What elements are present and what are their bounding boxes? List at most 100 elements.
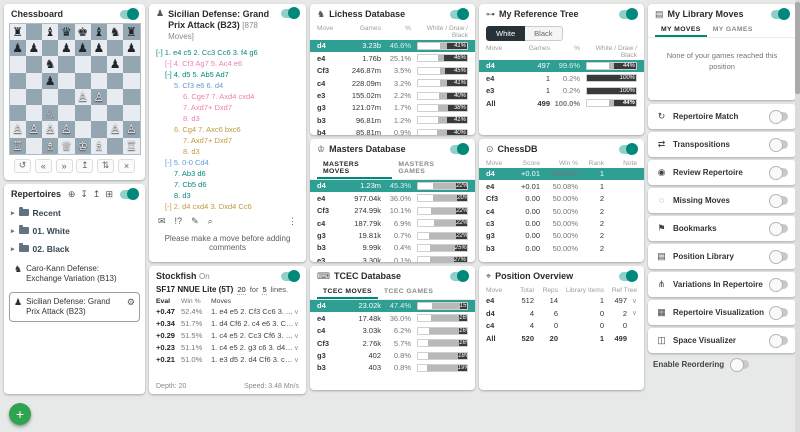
- space-visualizer-toggle[interactable]: [770, 336, 788, 345]
- tree-line[interactable]: 8. d3: [156, 113, 299, 124]
- chessdb-row[interactable]: d4+0.0150.08%1: [479, 168, 644, 180]
- repertoires-toggle[interactable]: [120, 190, 138, 199]
- side-panel-variations-in-repertoire[interactable]: ⋔Variations In Repertoire: [648, 272, 796, 297]
- position-overview-toggle[interactable]: [619, 272, 637, 281]
- back-button[interactable]: «: [35, 159, 52, 173]
- flip-board-button[interactable]: ⇅: [97, 159, 114, 173]
- tree-line[interactable]: 8. d3: [156, 146, 299, 157]
- square-b1[interactable]: [26, 138, 42, 154]
- moves-table-row[interactable]: e3155.02m2.2%40%: [310, 89, 475, 101]
- variations-in-repertoire-toggle[interactable]: [770, 280, 788, 289]
- chevron-down-icon[interactable]: ∨: [627, 309, 637, 317]
- duplicate-button[interactable]: ⊞: [105, 190, 113, 199]
- moves-table-row[interactable]: d449799.6%44%: [479, 60, 644, 72]
- tcec-tab-tcec-moves[interactable]: TCEC MOVES: [317, 285, 378, 299]
- square-b6[interactable]: [26, 56, 42, 72]
- square-f1[interactable]: ♗: [91, 138, 107, 154]
- square-f5[interactable]: [91, 73, 107, 89]
- square-b8[interactable]: [26, 24, 42, 40]
- tree-line[interactable]: [-] 1. e4 c5 2. Cc3 Cc6 3. f4 g6: [156, 47, 299, 58]
- comment-icon[interactable]: ✉: [158, 217, 166, 226]
- add-repertoire-button[interactable]: ⊕: [68, 190, 76, 199]
- masters-toggle[interactable]: [450, 145, 468, 154]
- side-panel-review-repertoire[interactable]: ◉Review Repertoire: [648, 160, 796, 185]
- square-h4[interactable]: [123, 89, 139, 105]
- square-c5[interactable]: ♟: [42, 73, 58, 89]
- square-d1[interactable]: ♕: [58, 138, 74, 154]
- moves-table-row[interactable]: b39.99k0.4%25%: [310, 242, 475, 254]
- chevron-down-icon[interactable]: ∨: [294, 332, 299, 340]
- overview-row[interactable]: All520201499: [479, 332, 644, 344]
- square-a2[interactable]: ♙: [10, 121, 26, 137]
- square-f3[interactable]: [91, 105, 107, 121]
- move-tree-toggle[interactable]: [281, 9, 299, 18]
- moves-table-row[interactable]: e41.76b25.1%46%: [310, 52, 475, 64]
- moves-table-row[interactable]: d43.23b46.6%41%: [310, 40, 475, 52]
- clear-button[interactable]: ×: [118, 159, 135, 173]
- lines-setting[interactable]: 5: [262, 285, 266, 295]
- missing-moves-toggle[interactable]: [770, 196, 788, 205]
- moves-table-row[interactable]: b34030.8%19%: [310, 362, 475, 374]
- tree-line[interactable]: 5. Cf3 e6 6. d4: [156, 80, 299, 91]
- moves-table-row[interactable]: Cf32.76k5.7%16%: [310, 337, 475, 349]
- square-c7[interactable]: [42, 40, 58, 56]
- square-g5[interactable]: [107, 73, 123, 89]
- forward-button[interactable]: »: [56, 159, 73, 173]
- moves-table-row[interactable]: e4977.04k36.0%20%: [310, 192, 475, 204]
- export-button[interactable]: ↥: [93, 190, 101, 199]
- square-e8[interactable]: ♚: [75, 24, 91, 40]
- import-button[interactable]: ↧: [80, 190, 88, 199]
- engine-line[interactable]: +0.3451.7%1. d4 Cf6 2. c4 e6 3. Cc3 Ab4∨: [149, 318, 306, 330]
- tree-line[interactable]: [-] 5. 0-0 Cd4: [156, 157, 299, 168]
- engine-line[interactable]: +0.2351.1%1. c4 e5 2. g3 c6 3. d4 exd4∨: [149, 342, 306, 354]
- overview-row[interactable]: e4512141497∨: [479, 295, 644, 307]
- square-b4[interactable]: [26, 89, 42, 105]
- draw-icon[interactable]: ✎: [191, 217, 199, 226]
- square-h3[interactable]: [123, 105, 139, 121]
- square-e6[interactable]: [75, 56, 91, 72]
- square-h2[interactable]: ♙: [123, 121, 139, 137]
- square-e4[interactable]: ♙: [75, 89, 91, 105]
- tree-line[interactable]: 6. Cge7 7. Axd4 cxd4: [156, 91, 299, 102]
- square-c4[interactable]: [42, 89, 58, 105]
- square-a4[interactable]: [10, 89, 26, 105]
- moves-table-row[interactable]: d423.02k47.4%15%: [310, 300, 475, 312]
- repertoire-item-sicilian-defense-grand-prix-attack-b23-[interactable]: ♟Sicilian Defense: Grand Prix Attack (B2…: [9, 292, 140, 323]
- chevron-down-icon[interactable]: ∨: [627, 297, 637, 305]
- square-b7[interactable]: ♟: [26, 40, 42, 56]
- square-d7[interactable]: ♟: [58, 40, 74, 56]
- moves-table-row[interactable]: c4228.09m3.2%41%: [310, 77, 475, 89]
- square-b3[interactable]: [26, 105, 42, 121]
- reset-button[interactable]: ↺: [14, 159, 31, 173]
- square-h1[interactable]: ♖: [123, 138, 139, 154]
- tree-line[interactable]: 7. Axd7+ Dxd7: [156, 135, 299, 146]
- tcec-tab-tcec-games[interactable]: TCEC GAMES: [378, 285, 439, 299]
- black-toggle-button[interactable]: Black: [525, 26, 562, 41]
- enable-reordering-toggle[interactable]: [731, 360, 749, 369]
- square-c2[interactable]: ♙: [42, 121, 58, 137]
- masters-tab-masters-games[interactable]: MASTERS GAMES: [392, 158, 468, 179]
- square-a3[interactable]: [10, 105, 26, 121]
- tree-line[interactable]: [-] 4. Cf3 Ag7 5. Ac4 e6: [156, 58, 299, 69]
- gear-icon[interactable]: ⚙: [127, 297, 135, 308]
- engine-line[interactable]: +0.2951.5%1. c4 e5 2. Cc3 Cf6 3. Cf3 Cc6…: [149, 330, 306, 342]
- square-a8[interactable]: ♜: [10, 24, 26, 40]
- jump-end-button[interactable]: ↥: [76, 159, 93, 173]
- transpositions-toggle[interactable]: [770, 140, 788, 149]
- tree-line[interactable]: [-] 2. d4 cxd4 3. Dxd4 Cc6: [156, 201, 299, 212]
- chessboard-toggle[interactable]: [120, 10, 138, 19]
- square-d4[interactable]: [58, 89, 74, 105]
- chevron-down-icon[interactable]: ∨: [294, 308, 299, 316]
- square-a5[interactable]: [10, 73, 26, 89]
- moves-table-row[interactable]: g319.81k0.7%22%: [310, 229, 475, 241]
- side-panel-bookmarks[interactable]: ⚑Bookmarks: [648, 216, 796, 241]
- position-library-toggle[interactable]: [770, 252, 788, 261]
- chevron-down-icon[interactable]: ∨: [294, 320, 299, 328]
- tree-line[interactable]: 7. Ab3 d6: [156, 168, 299, 179]
- moves-table-row[interactable]: Cf3274.99k10.1%22%: [310, 205, 475, 217]
- square-d6[interactable]: [58, 56, 74, 72]
- folder-01-white[interactable]: ▸01. White: [9, 223, 140, 239]
- moves-table-row[interactable]: e417.48k36.0%16%: [310, 312, 475, 324]
- square-f6[interactable]: [91, 56, 107, 72]
- tree-line[interactable]: [-] 4. d5 5. Ab5 Ad7: [156, 69, 299, 80]
